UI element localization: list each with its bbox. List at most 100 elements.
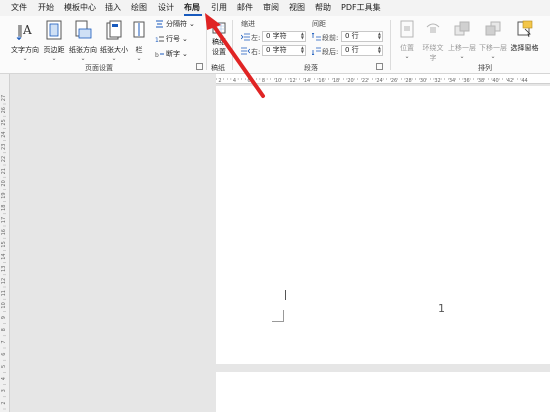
indent-right-input[interactable]: 0 字符 ▲ ▼: [262, 45, 306, 56]
tab-review[interactable]: 审阅: [263, 2, 279, 13]
chevron-down-icon: ⌄: [111, 55, 117, 62]
tab-layout[interactable]: 布局: [184, 2, 200, 13]
indent-left-input[interactable]: 0 字符 ▲ ▼: [262, 31, 306, 42]
ruler-tick-label: 40: [492, 78, 498, 84]
chevron-down-icon: ⌄: [51, 55, 57, 62]
orientation-icon: [75, 20, 92, 39]
tab-help[interactable]: 帮助: [315, 2, 331, 13]
size-button[interactable]: 纸张大小 ⌄: [99, 20, 129, 62]
ruler-tick-label: 25: [1, 119, 7, 125]
size-label: 纸张大小: [100, 46, 128, 54]
menu-bar: 文件 开始 模板中心 插入 绘图 设计 布局 引用 邮件 审阅 视图 帮助 PD…: [0, 0, 550, 16]
indent-right-icon: [241, 47, 250, 55]
manuscript-settings-button[interactable]: 稿纸 设置: [209, 22, 229, 57]
breaks-label: 分隔符: [166, 20, 187, 28]
breaks-icon: [156, 20, 163, 28]
spinner-arrows-icon[interactable]: ▲ ▼: [378, 32, 381, 40]
orientation-button[interactable]: 纸张方向 ⌄: [68, 20, 98, 62]
manuscript-label-line1: 稿纸: [212, 38, 226, 46]
manuscript-label-line2: 设置: [212, 48, 226, 56]
wrap-text-button[interactable]: 环绕文 字: [420, 20, 446, 63]
send-backward-label: 下移一层: [479, 44, 507, 52]
ruler-tick-label: 24: [376, 78, 382, 84]
indent-header: 缩进: [241, 20, 255, 28]
ruler-tick-label: 18: [333, 78, 339, 84]
ruler-tick-label: 10: [275, 78, 281, 84]
margins-button[interactable]: 页边距 ⌄: [41, 20, 67, 62]
document-page[interactable]: [216, 86, 550, 364]
vertical-ruler[interactable]: 27 26 25 24 23 22 21 20 19 18 17 16 15 14 13 12 11 10 9 8 7 6…: [0, 74, 10, 412]
ruler-tick-label: 28: [405, 78, 411, 84]
selection-pane-button[interactable]: 选择窗格: [509, 20, 540, 53]
ruler-tick-label: 14: [1, 253, 7, 259]
hyphenation-label: 断字: [166, 50, 180, 58]
indent-left-icon: [241, 33, 250, 41]
ruler-tick-label: 21: [1, 168, 7, 174]
indent-right-value: 0 字符: [266, 46, 287, 54]
horizontal-ruler-ticks: 2 4 6 8 10 12 14 16 18 20 22 24 26 28 30 32 34 36 38 40 42 44: [216, 78, 528, 84]
ruler-tick-label: 12: [1, 278, 7, 284]
text-cursor: [285, 290, 286, 300]
indent-left-value: 0 字符: [266, 32, 287, 40]
page-setup-launcher-icon[interactable]: [196, 63, 203, 70]
ruler-tick-label: 3: [1, 389, 7, 392]
ruler-tick-label: 6: [247, 78, 250, 84]
ruler-tick-label: 20: [1, 180, 7, 186]
spacing-before-input[interactable]: 0 行 ▲ ▼: [341, 31, 383, 42]
spinner-arrows-icon[interactable]: ▲ ▼: [378, 46, 381, 54]
hyphenation-button[interactable]: b 断字 ⌄: [155, 49, 188, 59]
line-numbers-button[interactable]: 1 行号 ⌄: [155, 34, 188, 44]
ruler-tick-label: 20: [347, 78, 353, 84]
ruler-tick-label: 4: [1, 377, 7, 380]
spacing-after-label: 段后:: [322, 48, 339, 56]
wrap-text-label-line2: 字: [429, 54, 437, 62]
ruler-tick-label: 44: [521, 78, 527, 84]
tab-draw[interactable]: 绘图: [131, 2, 147, 13]
spinner-arrows-icon[interactable]: ▲ ▼: [301, 46, 304, 54]
spacing-after-icon: [312, 47, 321, 55]
arrange-group-label: 排列: [478, 64, 492, 72]
spinner-arrows-icon[interactable]: ▲ ▼: [301, 32, 304, 40]
paragraph-launcher-icon[interactable]: [376, 63, 383, 70]
tab-mailings[interactable]: 邮件: [237, 2, 253, 13]
columns-button[interactable]: 栏 ⌄: [132, 20, 146, 62]
columns-icon: [133, 21, 145, 38]
tab-file[interactable]: 文件: [11, 2, 27, 13]
text-direction-button[interactable]: ‖A 文字方向 ⌄: [10, 20, 40, 62]
ruler-tick-label: 36: [463, 78, 469, 84]
chevron-down-icon: ⌄: [404, 53, 410, 60]
tab-template-center[interactable]: 模板中心: [64, 2, 96, 13]
spacing-after-value: 0 行: [345, 46, 359, 54]
margin-corner-mark: [272, 310, 284, 322]
position-button[interactable]: 位置 ⌄: [396, 20, 418, 60]
page-number: 1: [438, 302, 445, 315]
tab-design[interactable]: 设计: [158, 2, 174, 13]
ruler-tick-label: 19: [1, 192, 7, 198]
tab-home[interactable]: 开始: [38, 2, 54, 13]
tab-insert[interactable]: 插入: [105, 2, 121, 13]
manuscript-icon: [212, 22, 226, 34]
spacing-before-value: 0 行: [345, 32, 359, 40]
ruler-tick-label: 5: [1, 365, 7, 368]
ruler-tick-label: 10: [1, 302, 7, 308]
position-icon: [400, 20, 414, 38]
bring-forward-button[interactable]: 上移一层 ⌄: [447, 20, 477, 60]
document-page-next[interactable]: [216, 372, 550, 412]
position-label: 位置: [400, 44, 414, 52]
spacing-before-label: 段前:: [322, 34, 339, 42]
horizontal-ruler[interactable]: 2 4 6 8 10 12 14 16 18 20 22 24 26 28 30 32 34 36 38 40 42 44: [216, 74, 550, 84]
breaks-button[interactable]: 分隔符 ⌄: [155, 19, 195, 29]
send-backward-button[interactable]: 下移一层 ⌄: [478, 20, 508, 60]
columns-label: 栏: [135, 46, 143, 54]
ruler-tick-label: 8: [262, 78, 265, 84]
chevron-down-icon: ⌄: [182, 50, 188, 58]
tab-view[interactable]: 视图: [289, 2, 305, 13]
tab-pdf-tools[interactable]: PDF工具集: [341, 2, 381, 13]
paragraph-group-label: 段落: [304, 64, 318, 72]
line-numbers-label: 行号: [166, 35, 180, 43]
ruler-tick-label: 11: [1, 290, 7, 296]
tab-references[interactable]: 引用: [211, 2, 227, 13]
ruler-tick-label: 34: [449, 78, 455, 84]
spacing-after-input[interactable]: 0 行 ▲ ▼: [341, 45, 383, 56]
chevron-down-icon: ⌄: [182, 35, 188, 43]
